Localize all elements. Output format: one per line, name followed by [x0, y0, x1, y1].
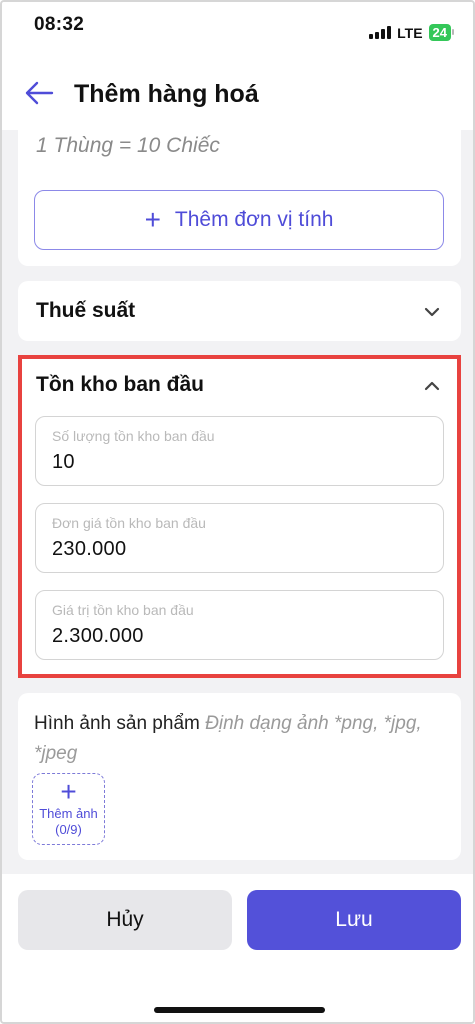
chevron-up-icon[interactable]: [423, 377, 441, 395]
battery-icon: 24: [428, 24, 455, 41]
product-images-heading: Hình ảnh sản phẩm Định dạng ảnh *png, *j…: [34, 709, 444, 769]
network-label: LTE: [397, 24, 423, 41]
status-time: 08:32: [34, 14, 85, 35]
cancel-button[interactable]: Hủy: [18, 890, 232, 950]
tax-section-title: Thuế suất: [36, 299, 136, 322]
stock-total-value-label: Giá trị tồn kho ban đầu: [52, 602, 194, 618]
stock-quantity-field[interactable]: Số lượng tồn kho ban đầu 10: [35, 416, 444, 486]
app-header: Thêm hàng hoá: [2, 50, 473, 130]
unit-conversion-text: 1 Thùng = 10 Chiếc: [36, 134, 220, 157]
product-images-card: Hình ảnh sản phẩm Định dạng ảnh *png, *j…: [18, 693, 461, 860]
bottom-action-bar: Hủy Lưu: [2, 874, 473, 1022]
status-bar: 08:32 LTE 24: [2, 2, 473, 50]
stock-unit-price-value: 230.000: [52, 538, 127, 560]
arrow-left-icon[interactable]: [24, 80, 54, 106]
home-indicator: [154, 1007, 325, 1013]
product-images-title: Hình ảnh sản phẩm: [34, 713, 200, 734]
add-photo-label: Thêm ảnh: [39, 806, 98, 821]
plus-icon: +: [144, 204, 161, 235]
stock-unit-price-label: Đơn giá tồn kho ban đầu: [52, 515, 206, 531]
status-indicators: LTE 24: [369, 24, 455, 41]
plus-icon: +: [60, 776, 77, 807]
app-screen: 08:32 LTE 24 Thêm hàng hoá 1 Thùng = 10 …: [0, 0, 475, 1024]
stock-section-title[interactable]: Tồn kho ban đầu: [36, 373, 204, 397]
photo-count: (0/9): [55, 822, 82, 837]
add-photo-button[interactable]: + Thêm ảnh (0/9): [32, 773, 105, 845]
save-button[interactable]: Lưu: [247, 890, 461, 950]
stock-total-value-value: 2.300.000: [52, 625, 144, 647]
chevron-down-icon: [423, 303, 441, 321]
tax-section-header[interactable]: Thuế suất: [18, 281, 461, 341]
add-unit-button[interactable]: + Thêm đơn vị tính: [34, 190, 444, 250]
signal-icon: [369, 26, 392, 39]
stock-quantity-value: 10: [52, 451, 75, 473]
stock-unit-price-field[interactable]: Đơn giá tồn kho ban đầu 230.000: [35, 503, 444, 573]
stock-quantity-label: Số lượng tồn kho ban đầu: [52, 428, 215, 444]
add-unit-label: Thêm đơn vị tính: [174, 208, 334, 231]
stock-total-value-field[interactable]: Giá trị tồn kho ban đầu 2.300.000: [35, 590, 444, 660]
initial-stock-card: Tồn kho ban đầu Số lượng tồn kho ban đầu…: [18, 355, 461, 678]
units-card: 1 Thùng = 10 Chiếc + Thêm đơn vị tính: [18, 120, 461, 266]
page-title: Thêm hàng hoá: [74, 80, 259, 108]
